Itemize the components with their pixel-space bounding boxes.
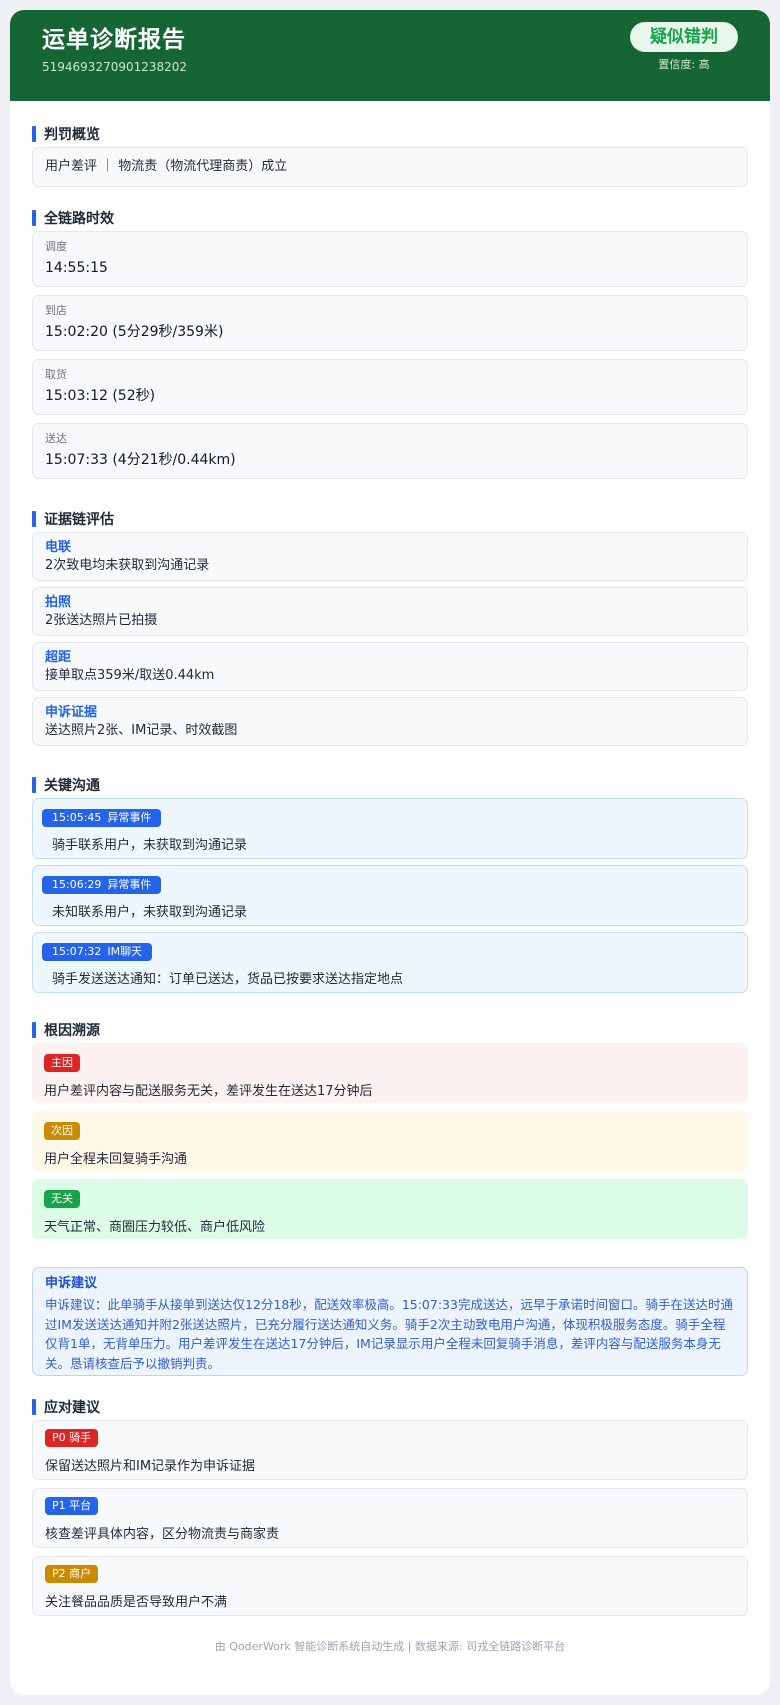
section-accent-bar — [32, 777, 36, 793]
communication-text: 骑手联系用户，未获取到沟通记录 — [52, 838, 248, 853]
evidence-label: 超距 — [45, 650, 72, 665]
section-evidence-title: 证据链评估 — [32, 510, 748, 528]
timeline-label: 取货 — [45, 368, 67, 381]
timeline-label: 调度 — [45, 240, 67, 253]
report-footer: 由 QoderWork 智能诊断系统自动生成 | 数据来源: 司戎全链路诊断平台 — [214, 1640, 566, 1653]
communication-time: 15:07:32 — [52, 945, 102, 958]
evidence-item-distance: 超距 接单取点359米/取送0.44km — [32, 642, 748, 691]
communication-text: 骑手发送送达通知：订单已送达，货品已按要求送达指定地点 — [52, 972, 404, 987]
section-accent-bar — [32, 210, 36, 226]
timeline-item-deliver: 送达 15:07:33 (4分21秒/0.44km) — [32, 423, 748, 479]
section-root-cause-title: 根因溯源 — [32, 1021, 748, 1039]
response-text: 核查差评具体内容，区分物流责与商家责 — [45, 1527, 280, 1542]
timeline-item-arrive: 到店 15:02:20 (5分29秒/359米) — [32, 295, 748, 351]
section-accent-bar — [32, 511, 36, 527]
section-title-text: 关键沟通 — [44, 778, 100, 794]
priority-tag: P0 骑手 — [45, 1429, 99, 1447]
priority-tag: P1 平台 — [45, 1497, 99, 1515]
section-title-text: 应对建议 — [44, 1400, 100, 1416]
timeline-item-pickup: 取货 15:03:12 (52秒) — [32, 359, 748, 415]
response-item-p0: P0 骑手 保留送达照片和IM记录作为申诉证据 — [32, 1420, 748, 1480]
root-cause-text: 用户差评内容与配送服务无关，差评发生在送达17分钟后 — [44, 1084, 373, 1099]
penalty-summary: 用户差评 ｜ 物流责（物流代理商责）成立 — [32, 147, 748, 187]
root-cause-unrelated: 无关 天气正常、商圈压力较低、商户低风险 — [32, 1179, 748, 1239]
timeline-value: 14:55:15 — [45, 260, 108, 276]
section-accent-bar — [32, 126, 36, 142]
section-penalty-title: 判罚概览 — [32, 125, 748, 143]
communication-item: 15:07:32 IM聊天 骑手发送送达通知：订单已送达，货品已按要求送达指定地点 — [32, 932, 748, 993]
evidence-value: 2张送达照片已拍摄 — [45, 613, 158, 628]
evidence-label: 申诉证据 — [45, 705, 98, 720]
appeal-title: 申诉建议 — [45, 1276, 98, 1291]
evidence-value: 接单取点359米/取送0.44km — [45, 668, 215, 683]
evidence-item-call: 电联 2次致电均未获取到沟通记录 — [32, 532, 748, 581]
appeal-body: 申诉建议：此单骑手从接单到送达仅12分18秒，配送效率极高。15:07:33完成… — [45, 1297, 733, 1371]
communication-tag: 15:05:45 异常事件 — [42, 809, 162, 827]
report-card: 运单诊断报告 5194693270901238202 疑似错判 置信度: 高 判… — [10, 10, 770, 1695]
evidence-value: 送达照片2张、IM记录、时效截图 — [45, 723, 238, 738]
report-header: 运单诊断报告 5194693270901238202 疑似错判 置信度: 高 — [10, 10, 770, 101]
secondary-cause-tag: 次因 — [44, 1122, 80, 1140]
section-accent-bar — [32, 1022, 36, 1038]
evidence-label: 拍照 — [45, 595, 72, 610]
timeline-value: 15:03:12 (52秒) — [45, 388, 156, 404]
evidence-label: 电联 — [45, 540, 72, 555]
section-title-text: 全链路时效 — [44, 211, 114, 227]
communication-item: 15:06:29 异常事件 未知联系用户，未获取到沟通记录 — [32, 865, 748, 926]
unrelated-tag: 无关 — [44, 1190, 80, 1208]
response-text: 关注餐品品质是否导致用户不满 — [45, 1595, 228, 1610]
communication-time: 15:06:29 — [52, 878, 102, 891]
appeal-suggestion: 申诉建议 申诉建议：此单骑手从接单到送达仅12分18秒，配送效率极高。15:07… — [32, 1267, 748, 1376]
confidence-label: 置信度: 高 — [658, 58, 710, 71]
communication-tag: 15:06:29 异常事件 — [42, 876, 162, 894]
root-cause-secondary: 次因 用户全程未回复骑手沟通 — [32, 1111, 748, 1171]
communication-time: 15:05:45 — [52, 811, 102, 824]
report-content: 判罚概览 用户差评 ｜ 物流责（物流代理商责）成立 全链路时效 调度 14:55… — [10, 125, 770, 1654]
communication-type: 异常事件 — [107, 878, 152, 891]
section-timeline-title: 全链路时效 — [32, 209, 748, 227]
timeline-label: 送达 — [45, 432, 67, 445]
verdict-badge: 疑似错判 — [630, 22, 738, 52]
section-communication-title: 关键沟通 — [32, 776, 748, 794]
root-cause-text: 用户全程未回复骑手沟通 — [44, 1152, 188, 1167]
verdict-area: 疑似错判 置信度: 高 — [630, 22, 738, 72]
response-item-p1: P1 平台 核查差评具体内容，区分物流责与商家责 — [32, 1488, 748, 1548]
response-item-p2: P2 商户 关注餐品品质是否导致用户不满 — [32, 1556, 748, 1616]
priority-tag: P2 商户 — [45, 1565, 99, 1583]
root-cause-main: 主因 用户差评内容与配送服务无关，差评发生在送达17分钟后 — [32, 1043, 748, 1103]
communication-type: 异常事件 — [107, 811, 152, 824]
section-response-title: 应对建议 — [32, 1398, 748, 1416]
main-cause-tag: 主因 — [44, 1054, 80, 1072]
timeline-value: 15:02:20 (5分29秒/359米) — [45, 324, 224, 340]
timeline-label: 到店 — [45, 304, 67, 317]
evidence-item-appeal: 申诉证据 送达照片2张、IM记录、时效截图 — [32, 697, 748, 746]
communication-tag: 15:07:32 IM聊天 — [42, 943, 153, 961]
timeline-value: 15:07:33 (4分21秒/0.44km) — [45, 452, 236, 468]
section-accent-bar — [32, 1399, 36, 1415]
communication-item: 15:05:45 异常事件 骑手联系用户，未获取到沟通记录 — [32, 798, 748, 859]
section-title-text: 根因溯源 — [44, 1023, 100, 1039]
section-title-text: 证据链评估 — [44, 512, 114, 528]
section-title-text: 判罚概览 — [44, 127, 100, 143]
root-cause-text: 天气正常、商圈压力较低、商户低风险 — [44, 1220, 266, 1235]
response-text: 保留送达照片和IM记录作为申诉证据 — [45, 1459, 256, 1474]
evidence-value: 2次致电均未获取到沟通记录 — [45, 558, 210, 573]
evidence-item-photo: 拍照 2张送达照片已拍摄 — [32, 587, 748, 636]
communication-type: IM聊天 — [107, 945, 143, 958]
communication-text: 未知联系用户，未获取到沟通记录 — [52, 905, 248, 920]
timeline-item-dispatch: 调度 14:55:15 — [32, 231, 748, 287]
